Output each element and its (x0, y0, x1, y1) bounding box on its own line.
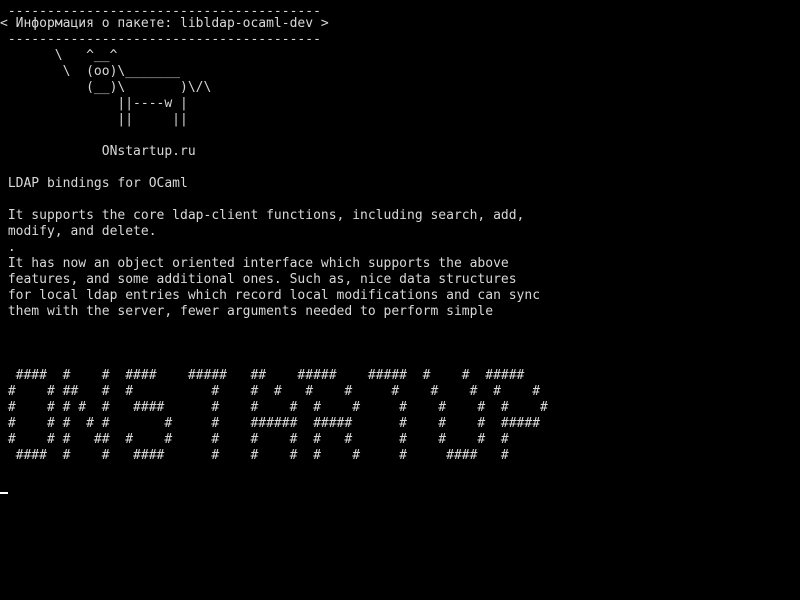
terminal-line: || || (0, 112, 188, 127)
banner-line: # # # # # #### # # # # # # # # # # (0, 400, 548, 415)
banner-line: #### # # #### ##### ## ##### ##### # # #… (0, 368, 525, 383)
terminal-line: LDAP bindings for OCaml (0, 176, 188, 191)
banner-line: #### # # #### # # # # # # #### # (0, 448, 509, 463)
terminal-line: \ ^__^ (0, 48, 118, 63)
terminal-line: < Информация о пакете: libldap-ocaml-dev… (0, 16, 329, 31)
terminal-line: It has now an object oriented interface … (0, 256, 509, 271)
terminal-line: . (0, 240, 16, 255)
terminal-line: ONstartup.ru (0, 144, 196, 159)
banner-line: # # ## # # # # # # # # # # # # (0, 384, 541, 399)
terminal-line: It supports the core ldap-client functio… (0, 208, 525, 223)
terminal-line: for local ldap entries which record loca… (0, 288, 541, 303)
terminal-line: ---------------------------------------- (0, 32, 321, 47)
text-cursor (0, 492, 8, 494)
banner-line: # # # # # # # ###### ##### # # # ##### (0, 416, 541, 431)
terminal-screen[interactable]: ----------------------------------------… (0, 0, 800, 600)
terminal-line: \ (oo)\_______ (0, 64, 181, 79)
terminal-line: ||----w | (0, 96, 188, 111)
terminal-line: features, and some additional ones. Such… (0, 272, 517, 287)
terminal-line: them with the server, fewer arguments ne… (0, 304, 494, 319)
terminal-line: modify, and delete. (0, 224, 157, 239)
banner-line: # # # ## # # # # # # # # # # # (0, 432, 509, 447)
terminal-line: (__)\ )\/\ (0, 80, 212, 95)
